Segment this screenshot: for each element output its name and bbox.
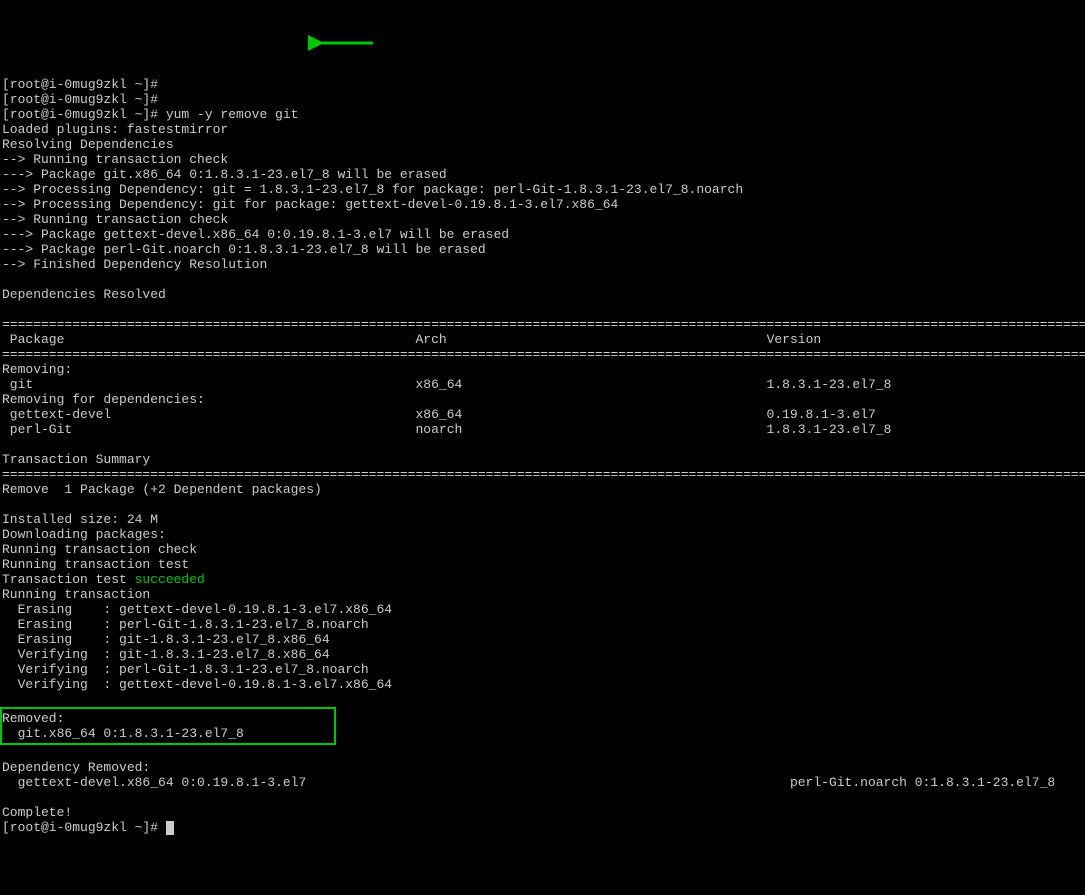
output-line: ---> Package perl-Git.noarch 0:1.8.3.1-2… (2, 242, 486, 257)
output-line: Running transaction check (2, 542, 197, 557)
output-line: Running transaction test (2, 557, 189, 572)
table-header-arch: Arch (415, 332, 446, 347)
output-line: Verifying : gettext-devel-0.19.8.1-3.el7… (2, 677, 392, 692)
pkg-version: 1.8.3.1-23.el7_8 (767, 422, 892, 437)
output-line: --> Running transaction check (2, 152, 228, 167)
rule-line: ========================================… (2, 317, 1085, 332)
output-line: --> Processing Dependency: git for packa… (2, 197, 618, 212)
section-header: Transaction Summary (2, 452, 150, 467)
output-line: Erasing : perl-Git-1.8.3.1-23.el7_8.noar… (2, 617, 369, 632)
output-line: Verifying : perl-Git-1.8.3.1-23.el7_8.no… (2, 662, 369, 677)
output-line: Remove 1 Package (+2 Dependent packages) (2, 482, 322, 497)
output-line: ---> Package git.x86_64 0:1.8.3.1-23.el7… (2, 167, 447, 182)
pkg-arch: noarch (415, 422, 462, 437)
rule-line: ========================================… (2, 347, 1085, 362)
output-line: Running transaction (2, 587, 150, 602)
output-line: ---> Package gettext-devel.x86_64 0:0.19… (2, 227, 509, 242)
output-line: --> Running transaction check (2, 212, 228, 227)
dep-removed-header: Dependency Removed: (2, 760, 150, 775)
pkg-version: 0.19.8.1-3.el7 (767, 407, 876, 422)
dep-removed-pkg: gettext-devel.x86_64 0:0.19.8.1-3.el7 (2, 775, 306, 790)
pkg-name: git (2, 377, 33, 392)
prompt: [root@i-0mug9zkl ~]# (2, 107, 166, 122)
removed-highlight-box: Removed: git.x86_64 0:1.8.3.1-23.el7_8 (0, 707, 336, 745)
removed-pkg: git.x86_64 0:1.8.3.1-23.el7_8 (2, 726, 244, 741)
pkg-name: perl-Git (2, 422, 72, 437)
output-line: Downloading packages: (2, 527, 166, 542)
table-header-package: Package (2, 332, 64, 347)
pkg-version: 1.8.3.1-23.el7_8 (767, 377, 892, 392)
output-line: Installed size: 24 M (2, 512, 158, 527)
prompt: [root@i-0mug9zkl ~]# (2, 820, 166, 835)
output-line: --> Processing Dependency: git = 1.8.3.1… (2, 182, 743, 197)
output-line: Resolving Dependencies (2, 137, 174, 152)
output-line: Dependencies Resolved (2, 287, 166, 302)
prompt: [root@i-0mug9zkl ~]# (2, 77, 166, 92)
command-text: yum -y remove git (166, 107, 299, 122)
pkg-name: gettext-devel (2, 407, 111, 422)
output-line: Erasing : gettext-devel-0.19.8.1-3.el7.x… (2, 602, 392, 617)
terminal-output: [root@i-0mug9zkl ~]# [root@i-0mug9zkl ~]… (2, 77, 1083, 835)
output-line: Verifying : git-1.8.3.1-23.el7_8.x86_64 (2, 647, 330, 662)
section-header: Removing: (2, 362, 72, 377)
rule-line: ========================================… (2, 467, 1085, 482)
arrow-annotation-icon (308, 33, 378, 53)
pkg-arch: x86_64 (415, 407, 462, 422)
succeeded-text: succeeded (135, 572, 205, 587)
dep-removed-pkg: perl-Git.noarch 0:1.8.3.1-23.el7_8 (790, 775, 1055, 790)
output-line: --> Finished Dependency Resolution (2, 257, 267, 272)
cursor-icon[interactable] (166, 821, 174, 835)
output-line: Transaction test (2, 572, 135, 587)
complete-text: Complete! (2, 805, 72, 820)
pkg-arch: x86_64 (415, 377, 462, 392)
removed-header: Removed: (2, 711, 64, 726)
table-header-version: Version (767, 332, 822, 347)
output-line: Erasing : git-1.8.3.1-23.el7_8.x86_64 (2, 632, 330, 647)
output-line: Loaded plugins: fastestmirror (2, 122, 228, 137)
prompt: [root@i-0mug9zkl ~]# (2, 92, 166, 107)
section-header: Removing for dependencies: (2, 392, 205, 407)
